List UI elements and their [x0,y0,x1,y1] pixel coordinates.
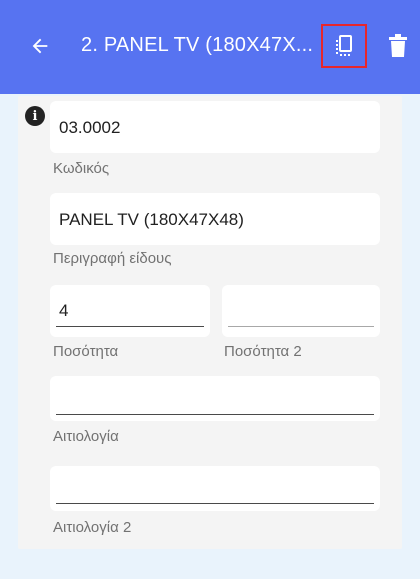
reason2-field[interactable] [50,466,380,511]
description-value: PANEL TV (180X47X48) [59,210,244,229]
code-label: Κωδικός [53,160,110,177]
app-bar: 2. PANEL TV (180X47X... [0,0,420,94]
copy-icon [336,35,352,56]
code-value: 03.0002 [59,118,121,137]
quantity-label: Ποσότητα [53,343,119,360]
description-label: Περιγραφή είδους [53,250,172,267]
quantity2-underline [228,326,374,327]
copy-button[interactable] [321,24,367,68]
quantity-field[interactable]: 4 [50,285,210,337]
page-title: 2. PANEL TV (180X47X... [81,34,314,56]
delete-button[interactable] [386,33,410,59]
back-button[interactable] [28,34,52,58]
trash-icon [389,34,407,57]
arrow-back-icon [32,38,48,54]
quantity2-label: Ποσότητα 2 [224,343,302,360]
reason-underline [56,414,374,415]
reason2-label: Αιτιολογία 2 [53,519,132,536]
code-field[interactable]: 03.0002 [50,101,380,153]
description-field[interactable]: PANEL TV (180X47X48) [50,193,380,245]
reason-field[interactable] [50,376,380,421]
quantity2-field[interactable] [222,285,380,337]
reason2-underline [56,503,374,504]
reason-label: Αιτιολογία [53,428,119,445]
quantity-underline [56,326,204,327]
info-icon[interactable]: i [25,106,45,126]
quantity-value: 4 [59,301,69,320]
